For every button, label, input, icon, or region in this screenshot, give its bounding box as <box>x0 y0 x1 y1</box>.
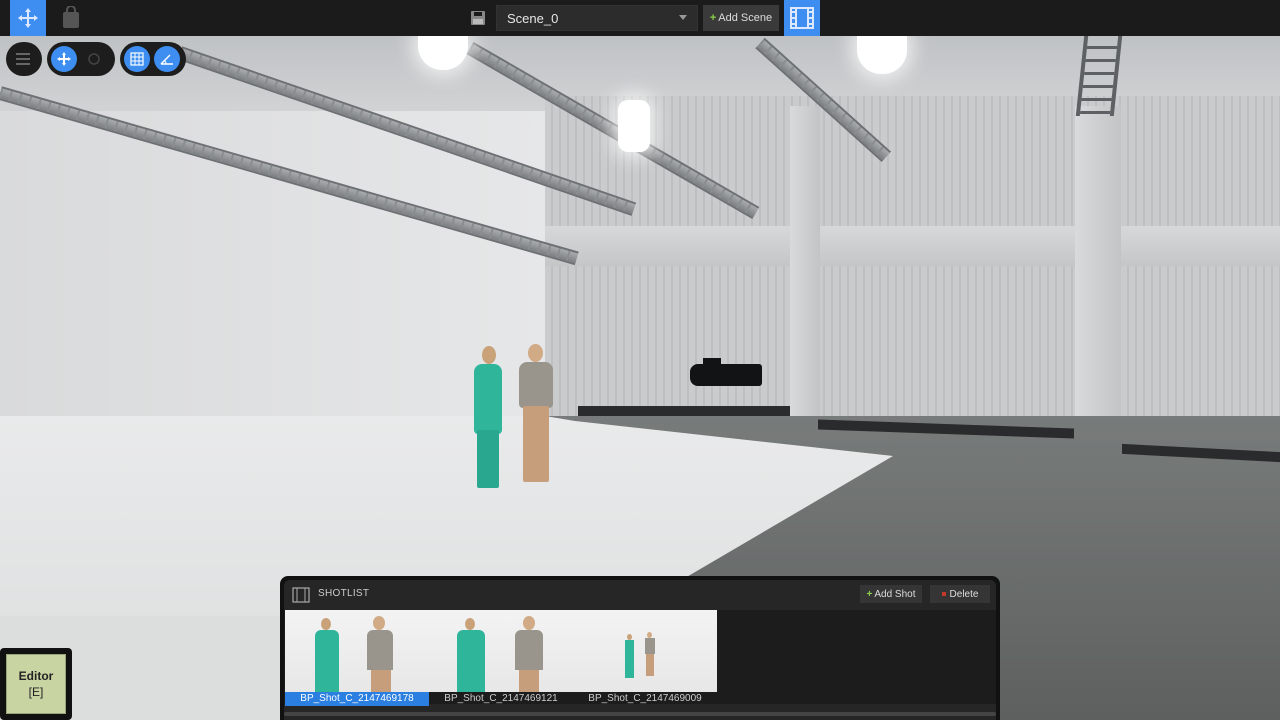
add-scene-button[interactable]: + Add Scene <box>703 5 779 31</box>
editor-mode-button[interactable]: Editor [E] <box>0 648 72 720</box>
outliner-button[interactable] <box>10 46 36 72</box>
grid-snap-button[interactable] <box>124 46 150 72</box>
ceiling-lamp <box>618 100 650 152</box>
add-shot-label: Add Shot <box>874 588 916 600</box>
shot-thumbnail <box>285 610 429 692</box>
cyclorama-wall <box>0 111 545 431</box>
snapping-pill <box>120 42 186 76</box>
shotlist-body: SHOTLIST + Add Shot Delete BP_Shot_C_214 <box>284 580 996 720</box>
shot-item[interactable]: BP_Shot_C_2147469178 <box>285 610 429 706</box>
translate-mode-button[interactable] <box>51 46 77 72</box>
asset-bag-button[interactable] <box>58 0 84 36</box>
transform-mode-pill <box>47 42 115 76</box>
shotlist-toggle-button[interactable] <box>784 0 820 36</box>
shot-thumbnail-strip: BP_Shot_C_2147469178 BP_Shot_C_214746912… <box>284 610 996 706</box>
floppy-disk-icon <box>471 11 485 25</box>
bag-icon <box>63 6 79 28</box>
wall-band <box>545 226 1280 266</box>
shot-label: BP_Shot_C_2147469178 <box>285 692 429 706</box>
editor-shortcut: [E] <box>28 685 44 699</box>
add-shot-button[interactable]: + Add Shot <box>860 585 922 603</box>
shot-thumbnail <box>573 610 717 692</box>
film-strip-icon <box>292 587 310 603</box>
camera-prop[interactable] <box>690 364 762 386</box>
angle-icon <box>160 54 173 65</box>
chevron-down-icon <box>679 15 687 20</box>
film-strip-icon <box>790 7 814 29</box>
delete-icon <box>941 592 946 596</box>
wall-pillar <box>1075 106 1121 466</box>
scene-dropdown[interactable]: Scene_0 <box>496 5 698 31</box>
plus-icon: + <box>709 12 717 24</box>
top-toolbar: Scene_0 + Add Scene <box>0 0 1280 36</box>
plus-icon: + <box>866 588 873 600</box>
shotlist-title: SHOTLIST <box>318 588 370 599</box>
add-scene-label: Add Scene <box>718 12 773 24</box>
editor-label: Editor <box>18 669 54 683</box>
move-icon <box>57 52 71 66</box>
character-man[interactable] <box>514 342 560 492</box>
move-tool-button[interactable] <box>10 0 46 36</box>
outliner-pill <box>6 42 42 76</box>
shot-thumbnail <box>429 610 573 692</box>
move-arrows-icon <box>18 8 38 28</box>
shot-label: BP_Shot_C_2147469121 <box>444 693 558 704</box>
scene-name: Scene_0 <box>507 10 559 26</box>
delete-label: Delete <box>949 588 979 600</box>
shot-item[interactable]: BP_Shot_C_2147469009 <box>573 610 717 706</box>
rotate-icon <box>88 53 100 65</box>
angle-snap-button[interactable] <box>154 46 180 72</box>
shotlist-scrollbar[interactable] <box>284 712 996 716</box>
rotate-mode-button[interactable] <box>81 46 107 72</box>
baseboard <box>578 406 790 416</box>
layers-icon <box>16 53 30 65</box>
editor-button-face: Editor [E] <box>6 654 66 714</box>
character-woman[interactable] <box>468 344 512 494</box>
save-button[interactable] <box>466 0 490 36</box>
shotlist-panel: SHOTLIST + Add Shot Delete BP_Shot_C_214 <box>280 576 1000 720</box>
grid-icon <box>130 52 144 66</box>
wall-pillar <box>790 106 820 466</box>
shot-label: BP_Shot_C_2147469009 <box>588 693 702 704</box>
shotlist-header: SHOTLIST + Add Shot Delete <box>284 580 996 608</box>
delete-shot-button[interactable]: Delete <box>930 585 990 603</box>
shot-item[interactable]: BP_Shot_C_2147469121 <box>429 610 573 706</box>
